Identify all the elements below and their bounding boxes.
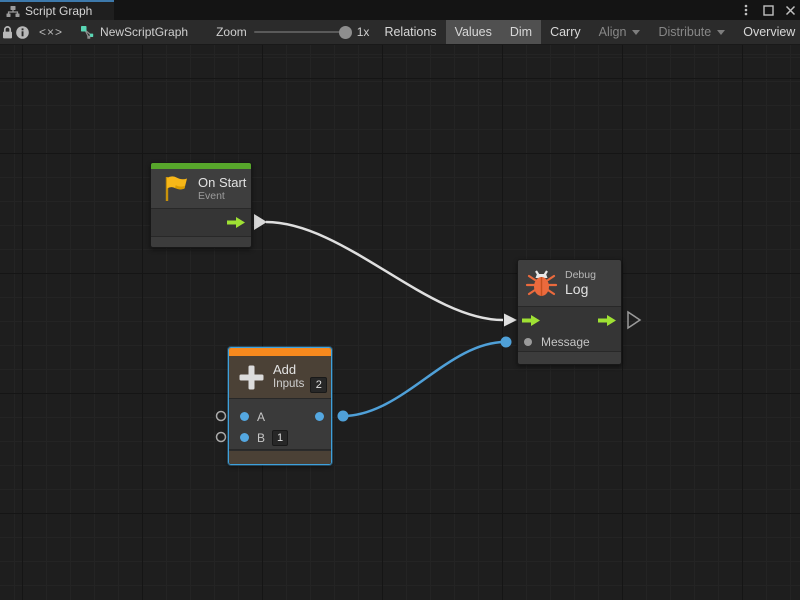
node-title: On Start [198,175,246,190]
node-on-start[interactable]: On Start Event [150,162,252,248]
distribute-button[interactable]: Distribute [649,20,734,44]
chevron-down-icon [632,30,640,35]
input-a-port[interactable] [240,412,249,421]
relations-button[interactable]: Relations [375,20,445,44]
distribute-label: Distribute [658,25,711,39]
node-footer [518,352,621,364]
close-icon[interactable] [782,2,798,18]
script-graph-window: Script Graph <×> [0,0,800,600]
port-row-a: A [229,406,331,427]
align-label: Align [599,25,627,39]
window-menu-icon[interactable] [738,2,754,18]
dim-label: Dim [510,25,532,39]
maximize-icon[interactable] [760,2,776,18]
bug-icon [525,267,558,300]
code-icon: <×> [39,25,63,39]
node-title: Log [565,282,596,297]
tab-title: Script Graph [25,4,92,18]
plus-icon [238,364,265,391]
message-input-port[interactable] [524,338,532,346]
overview-button[interactable]: Overview [734,20,800,44]
zoom-label: Zoom [216,25,247,39]
lock-icon [0,25,15,40]
node-title: Add [273,362,327,377]
carry-label: Carry [550,25,581,39]
port-b-label: B [257,431,265,445]
graph-name-label: NewScriptGraph [100,25,188,39]
node-header: On Start Event [151,169,251,208]
flow-output-port[interactable] [598,315,616,326]
window-controls [738,0,798,20]
graph-tab-icon [6,5,20,18]
zoom-slider[interactable] [254,31,350,33]
zoom-slider-handle[interactable] [339,26,352,39]
code-view-button[interactable]: <×> [30,20,72,44]
chevron-down-icon [717,30,725,35]
values-button[interactable]: Values [446,20,501,44]
node-ports [151,208,251,237]
math-color-bar [229,348,331,356]
graph-asset[interactable]: NewScriptGraph [72,20,198,44]
script-graph-asset-icon [80,25,94,39]
overview-label: Overview [743,25,795,39]
values-label: Values [455,25,492,39]
node-ports: A B 1 [229,398,331,450]
inputs-count-field[interactable]: 2 [310,377,327,393]
lock-button[interactable] [0,20,15,44]
graph-canvas[interactable] [0,45,800,600]
zoom-value: 1x [357,25,370,39]
flag-icon [162,174,191,203]
flow-output-port[interactable] [227,217,245,228]
port-row-b: B 1 [229,427,331,448]
info-button[interactable] [15,20,30,44]
flow-input-port[interactable] [522,315,540,326]
node-debug-log[interactable]: Debug Log Message [517,259,622,365]
carry-button[interactable]: Carry [541,20,590,44]
message-port-row: Message [518,331,621,353]
graph-toolbar: <×> NewScriptGraph Zoom 1x Relations Val… [0,20,800,45]
tab-bar: Script Graph [0,0,800,20]
message-port-label: Message [541,335,590,349]
zoom-control: Zoom 1x [216,20,375,44]
flow-port-row [518,309,621,331]
dim-button[interactable]: Dim [501,20,541,44]
node-add[interactable]: Add Inputs 2 A B 1 [228,347,332,465]
info-icon [15,25,30,40]
node-footer [229,450,331,465]
sum-output-port[interactable] [315,412,324,421]
tab-script-graph[interactable]: Script Graph [0,0,114,20]
node-ports: Message [518,306,621,352]
input-b-port[interactable] [240,433,249,442]
align-button[interactable]: Align [590,20,650,44]
inputs-label: Inputs [273,378,304,391]
port-b-value-field[interactable]: 1 [272,430,288,446]
port-a-label: A [257,410,265,424]
relations-label: Relations [384,25,436,39]
node-header: Add Inputs 2 [229,356,331,398]
node-footer [151,237,251,248]
node-header: Debug Log [518,260,621,306]
node-subtitle: Event [198,190,246,203]
